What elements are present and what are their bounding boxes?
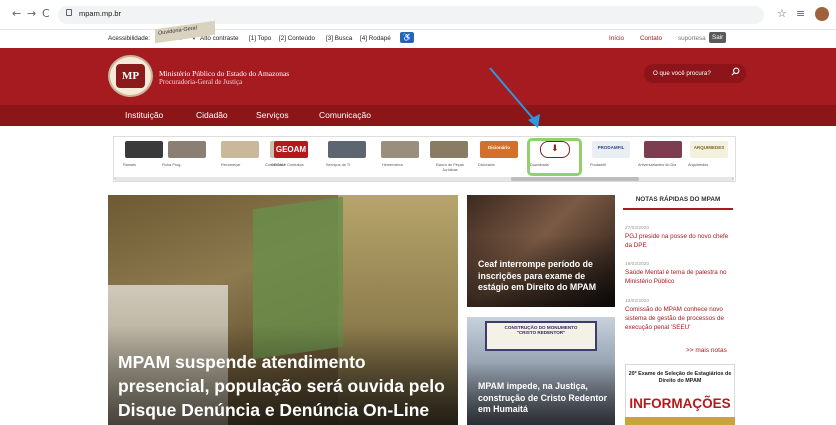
shortcut-label[interactable]: Ficha Prog. — [162, 163, 181, 167]
search-icon[interactable] — [731, 67, 740, 76]
construction-sign-text: CONSTRUÇÃO DO MONUMENTO "CRISTO REDENTOR… — [504, 325, 578, 335]
shortcut-tile[interactable] — [381, 141, 419, 158]
note-date: 13/02/2020 — [625, 299, 650, 304]
nav-item-comunicacao[interactable]: Comunicação — [319, 110, 371, 120]
carousel-scroll-thumb[interactable] — [511, 177, 639, 181]
shortcut-label[interactable]: Prodamfil — [590, 163, 606, 167]
shortcut-tile[interactable] — [644, 141, 682, 158]
shortcut-tile[interactable] — [221, 141, 259, 158]
accessibility-label: Acessibilidade: — [108, 35, 151, 42]
nav-item-instituicao[interactable]: Instituição — [125, 110, 163, 120]
lock-icon — [66, 9, 72, 16]
accessibility-bar: Acessibilidade: A+ A A- ◖ Alto contraste… — [0, 30, 836, 48]
shortcut-tile-text: ARQUIMEDES — [693, 145, 725, 150]
user-name: suportesa — [678, 35, 706, 42]
skip-search-link[interactable]: [3] Busca — [326, 35, 352, 42]
news-card-ceaf-title[interactable]: Ceaf interrompe período de inscrições pa… — [478, 259, 613, 294]
skip-footer-link[interactable]: [4] Rodapé — [360, 35, 391, 42]
note-link[interactable]: Comissão do MPAM conhece novo sistema de… — [625, 305, 737, 332]
shortcut-label[interactable]: Aniversariantes do Dia — [638, 163, 676, 167]
shortcut-tile-text: GEOAM — [275, 145, 307, 154]
shortcut-tile-text: PRODAMFIL — [597, 145, 625, 150]
bookmark-star-icon[interactable]: ☆ — [777, 8, 787, 20]
shortcut-label[interactable]: GEOAM — [271, 163, 285, 167]
more-notes-link[interactable]: >> mais notas — [686, 347, 727, 354]
shortcut-tile[interactable] — [168, 141, 206, 158]
downloads-highlight — [527, 138, 582, 176]
nav-item-servicos[interactable]: Serviços — [256, 110, 289, 120]
browser-toolbar: ← → C mpam.mp.br ☆ ≡ — [0, 0, 836, 30]
skip-content-link[interactable]: [2] Conteúdo — [279, 35, 315, 42]
note-date: 27/02/2020 — [625, 226, 650, 231]
shortcut-carousel — [113, 136, 736, 182]
site-search-input[interactable]: O que você procura? — [653, 70, 711, 77]
shortcut-tile[interactable]: Dicionário — [480, 141, 518, 158]
back-button[interactable]: ← — [12, 8, 21, 20]
note-date: 19/02/2020 — [625, 262, 650, 267]
shortcut-tile[interactable]: PRODAMFIL — [592, 141, 630, 158]
annotation-arrow-icon — [489, 67, 540, 128]
logout-button[interactable]: Sair — [709, 32, 727, 43]
address-bar[interactable] — [58, 6, 764, 24]
shortcut-tile[interactable] — [125, 141, 163, 158]
nav-item-cidadao[interactable]: Cidadão — [196, 110, 228, 120]
news-card-cristo-title[interactable]: MPAM impede, na Justiça, construção de C… — [478, 381, 613, 416]
shortcut-tile[interactable] — [328, 141, 366, 158]
org-subtitle: Procuradoria-Geral de Justiça — [159, 78, 243, 86]
reading-list-icon[interactable]: ≡ — [796, 8, 805, 20]
carousel-scrollbar[interactable] — [115, 177, 734, 181]
shortcut-tile[interactable]: GEOAM — [274, 141, 308, 158]
profile-avatar[interactable] — [815, 7, 829, 21]
shortcut-tile[interactable]: ARQUIMEDES — [690, 141, 728, 158]
shortcut-label[interactable]: Arquimedes — [688, 163, 708, 167]
internship-banner-title[interactable]: INFORMAÇÕES — [628, 396, 732, 411]
org-title: Ministério Público do Estado do Amazonas — [159, 69, 290, 78]
shortcut-tile[interactable] — [430, 141, 468, 158]
shortcut-label[interactable]: Hemeroteca — [382, 163, 403, 167]
notes-divider — [623, 208, 733, 210]
internship-banner-headline: 20º Exame de Seleção de Estagiários de D… — [628, 371, 732, 384]
shortcut-label[interactable]: Recomeçar — [221, 163, 240, 167]
reload-button[interactable]: C — [42, 8, 50, 20]
contact-link[interactable]: Contato — [640, 35, 662, 42]
shortcut-label[interactable]: Ramais — [123, 163, 136, 167]
note-link[interactable]: Saúde Mental é tema de palestra no Minis… — [625, 268, 737, 286]
hero-headline[interactable]: MPAM suspende atendimento presencial, po… — [118, 350, 453, 422]
skip-top-link[interactable]: [1] Topo — [249, 35, 271, 42]
internship-banner-footer — [625, 417, 735, 425]
shortcut-tile-text: Dicionário — [487, 145, 510, 150]
notes-heading: NOTAS RÁPIDAS DO MPAM — [635, 196, 721, 203]
note-link[interactable]: PGJ preside na posse do novo chefe da DP… — [625, 232, 737, 250]
shortcut-label[interactable]: Serviços de TI — [326, 163, 350, 167]
forward-button[interactable]: → — [27, 8, 36, 20]
address-bar-url[interactable]: mpam.mp.br — [79, 9, 121, 18]
shortcut-label[interactable]: Dicionário — [478, 163, 495, 167]
scroll-left-icon[interactable]: ‹ — [114, 176, 116, 182]
mpam-logo[interactable]: MP — [108, 55, 153, 97]
scroll-right-icon[interactable]: › — [732, 176, 734, 182]
accessibility-icon[interactable]: ♿ — [400, 32, 414, 43]
home-link[interactable]: Início — [609, 35, 624, 42]
shortcut-label[interactable]: Banco de Peças Jurídicas — [433, 163, 467, 173]
logo-mark: MP — [116, 64, 145, 88]
